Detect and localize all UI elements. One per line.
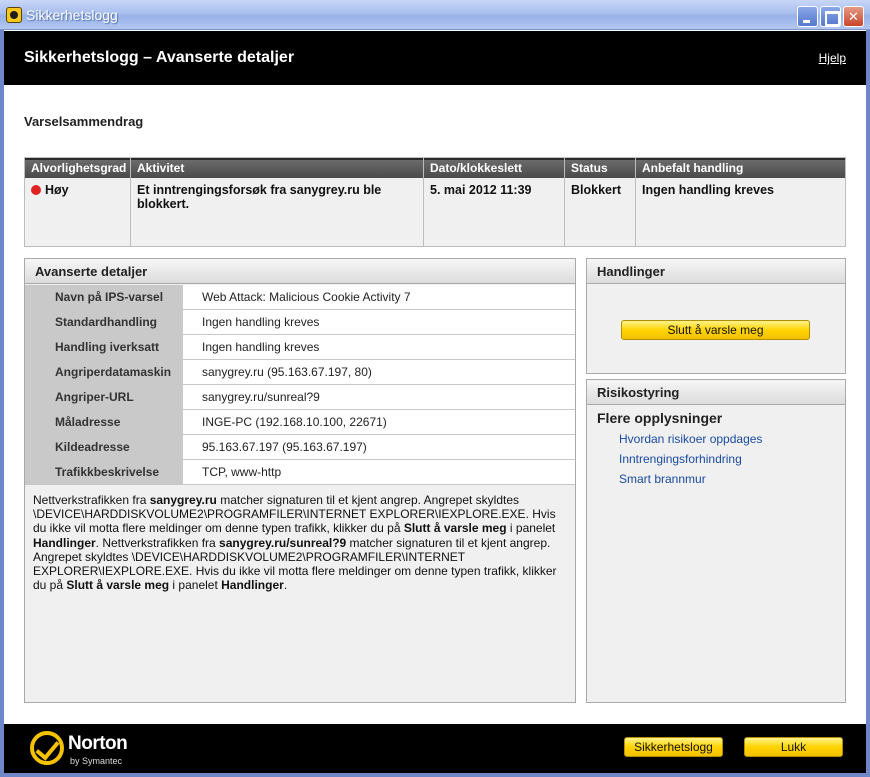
detail-value: sanygrey.ru (95.163.67.197, 80)	[183, 360, 575, 384]
window-frame-left	[0, 30, 4, 777]
detail-row: Måladresse INGE-PC (192.168.10.100, 2267…	[25, 410, 575, 435]
norton-app-icon[interactable]	[6, 7, 22, 23]
cell-severity: Høy	[25, 183, 75, 197]
summary-title: Varselsammendrag	[24, 114, 144, 129]
window-frame-bottom	[0, 773, 870, 777]
detail-label: Angriper-URL	[25, 385, 183, 409]
minimize-button[interactable]	[797, 6, 818, 27]
detail-label: Måladresse	[25, 410, 183, 434]
window-frame-right	[866, 30, 870, 777]
column-severity: Alvorlighetsgrad Høy	[25, 158, 131, 246]
page-header: Sikkerhetslogg – Avanserte detaljer Hjel…	[4, 31, 866, 85]
detail-row: Angriperdatamaskin sanygrey.ru (95.163.6…	[25, 360, 575, 385]
security-log-button[interactable]: Sikkerhetslogg	[624, 737, 723, 757]
window-titlebar[interactable]: Sikkerhetslogg ✕	[0, 0, 870, 30]
detail-value: Web Attack: Malicious Cookie Activity 7	[183, 285, 575, 309]
alert-description: Nettverkstrafikken fra sanygrey.ru match…	[33, 493, 569, 592]
column-header-severity: Alvorlighetsgrad	[31, 161, 127, 175]
description-text: .	[283, 578, 288, 593]
cell-datetime: 5. mai 2012 11:39	[430, 183, 532, 197]
close-icon: ✕	[848, 9, 859, 24]
description-text: i panelet	[506, 521, 556, 536]
detail-row: Trafikkbeskrivelse TCP, www-http	[25, 460, 575, 485]
link-how-risks-detected[interactable]: Hvordan risikoer oppdages	[619, 432, 762, 446]
description-bold: Handlinger	[33, 535, 96, 550]
norton-logo: Norton by Symantec	[30, 729, 150, 769]
actions-title: Handlinger	[587, 259, 845, 284]
link-smart-firewall[interactable]: Smart brannmur	[619, 472, 706, 486]
detail-row: Navn på IPS-varsel Web Attack: Malicious…	[25, 285, 575, 310]
minimize-icon	[798, 7, 817, 26]
column-datetime: Dato/klokkeslett 5. mai 2012 11:39	[424, 158, 565, 246]
detail-value: sanygrey.ru/sunreal?9	[183, 385, 575, 409]
help-link[interactable]: Hjelp	[819, 51, 846, 65]
red-dot-icon	[31, 185, 41, 195]
alert-summary-table: Alvorlighetsgrad Høy Aktivitet Et inntre…	[24, 157, 846, 247]
detail-row: Kildeadresse 95.163.67.197 (95.163.67.19…	[25, 435, 575, 460]
column-header-datetime: Dato/klokkeslett	[430, 161, 523, 175]
advanced-details-title: Avanserte detaljer	[25, 259, 575, 284]
description-bold: sanygrey.ru	[149, 493, 217, 507]
risk-management-title: Risikostyring	[587, 380, 845, 405]
close-button[interactable]: Lukk	[744, 737, 843, 757]
detail-label: Navn på IPS-varsel	[25, 285, 183, 309]
column-status: Status Blokkert	[565, 158, 636, 246]
page-title: Sikkerhetslogg – Avanserte detaljer	[24, 49, 295, 66]
severity-value: Høy	[45, 183, 69, 197]
detail-label: Handling iverksatt	[25, 335, 183, 359]
brand-name: Norton	[68, 733, 128, 754]
detail-value: 95.163.67.197 (95.163.67.197)	[183, 435, 575, 459]
more-info-heading: Flere opplysninger	[597, 410, 723, 426]
cell-recommended-action: Ingen handling kreves	[642, 183, 774, 197]
advanced-details-panel: Avanserte detaljer Navn på IPS-varsel We…	[24, 258, 576, 703]
description-text: Nettverkstrafikken fra	[33, 493, 150, 507]
maximize-icon	[821, 7, 840, 26]
column-header-status: Status	[571, 161, 608, 175]
detail-value: Ingen handling kreves	[183, 335, 575, 359]
brand-byline: by Symantec	[70, 756, 123, 766]
detail-label: Trafikkbeskrivelse	[25, 460, 183, 484]
detail-label: Angriperdatamaskin	[25, 360, 183, 384]
detail-row: Angriper-URL sanygrey.ru/sunreal?9	[25, 385, 575, 410]
window-title: Sikkerhetslogg	[26, 7, 118, 23]
cell-activity: Et inntrengingsforsøk fra sanygrey.ru bl…	[137, 183, 382, 211]
column-header-recommended-action: Anbefalt handling	[642, 161, 744, 175]
description-text: i panelet	[169, 578, 222, 593]
detail-label: Standardhandling	[25, 310, 183, 334]
cell-status: Blokkert	[571, 183, 622, 197]
actions-panel: Handlinger Slutt å varsle meg	[586, 258, 846, 374]
column-activity: Aktivitet Et inntrengingsforsøk fra sany…	[131, 158, 424, 246]
column-recommended-action: Anbefalt handling Ingen handling kreves	[636, 158, 845, 246]
description-text: . Nettverkstrafikken fra	[95, 535, 220, 550]
description-bold: Handlinger	[221, 578, 284, 593]
description-bold: Slutt å varsle meg	[403, 521, 507, 536]
detail-value: INGE-PC (192.168.10.100, 22671)	[183, 410, 575, 434]
detail-value: Ingen handling kreves	[183, 310, 575, 334]
risk-management-panel: Risikostyring Flere opplysninger Hvordan…	[586, 379, 846, 703]
column-header-activity: Aktivitet	[137, 161, 185, 175]
maximize-button[interactable]	[820, 6, 841, 27]
description-bold: Slutt å varsle meg	[66, 578, 170, 593]
stop-alerting-button[interactable]: Slutt å varsle meg	[621, 320, 810, 340]
description-bold: sanygrey.ru/sunreal?9	[219, 535, 347, 550]
detail-row: Handling iverksatt Ingen handling kreves	[25, 335, 575, 360]
link-intrusion-prevention[interactable]: Inntrengingsforhindring	[619, 452, 742, 466]
detail-value: TCP, www-http	[183, 460, 575, 484]
close-window-button[interactable]: ✕	[843, 6, 864, 27]
detail-row: Standardhandling Ingen handling kreves	[25, 310, 575, 335]
footer: Norton by Symantec Sikkerhetslogg Lukk	[4, 724, 866, 773]
norton-checkmark-icon	[30, 731, 64, 765]
detail-label: Kildeadresse	[25, 435, 183, 459]
